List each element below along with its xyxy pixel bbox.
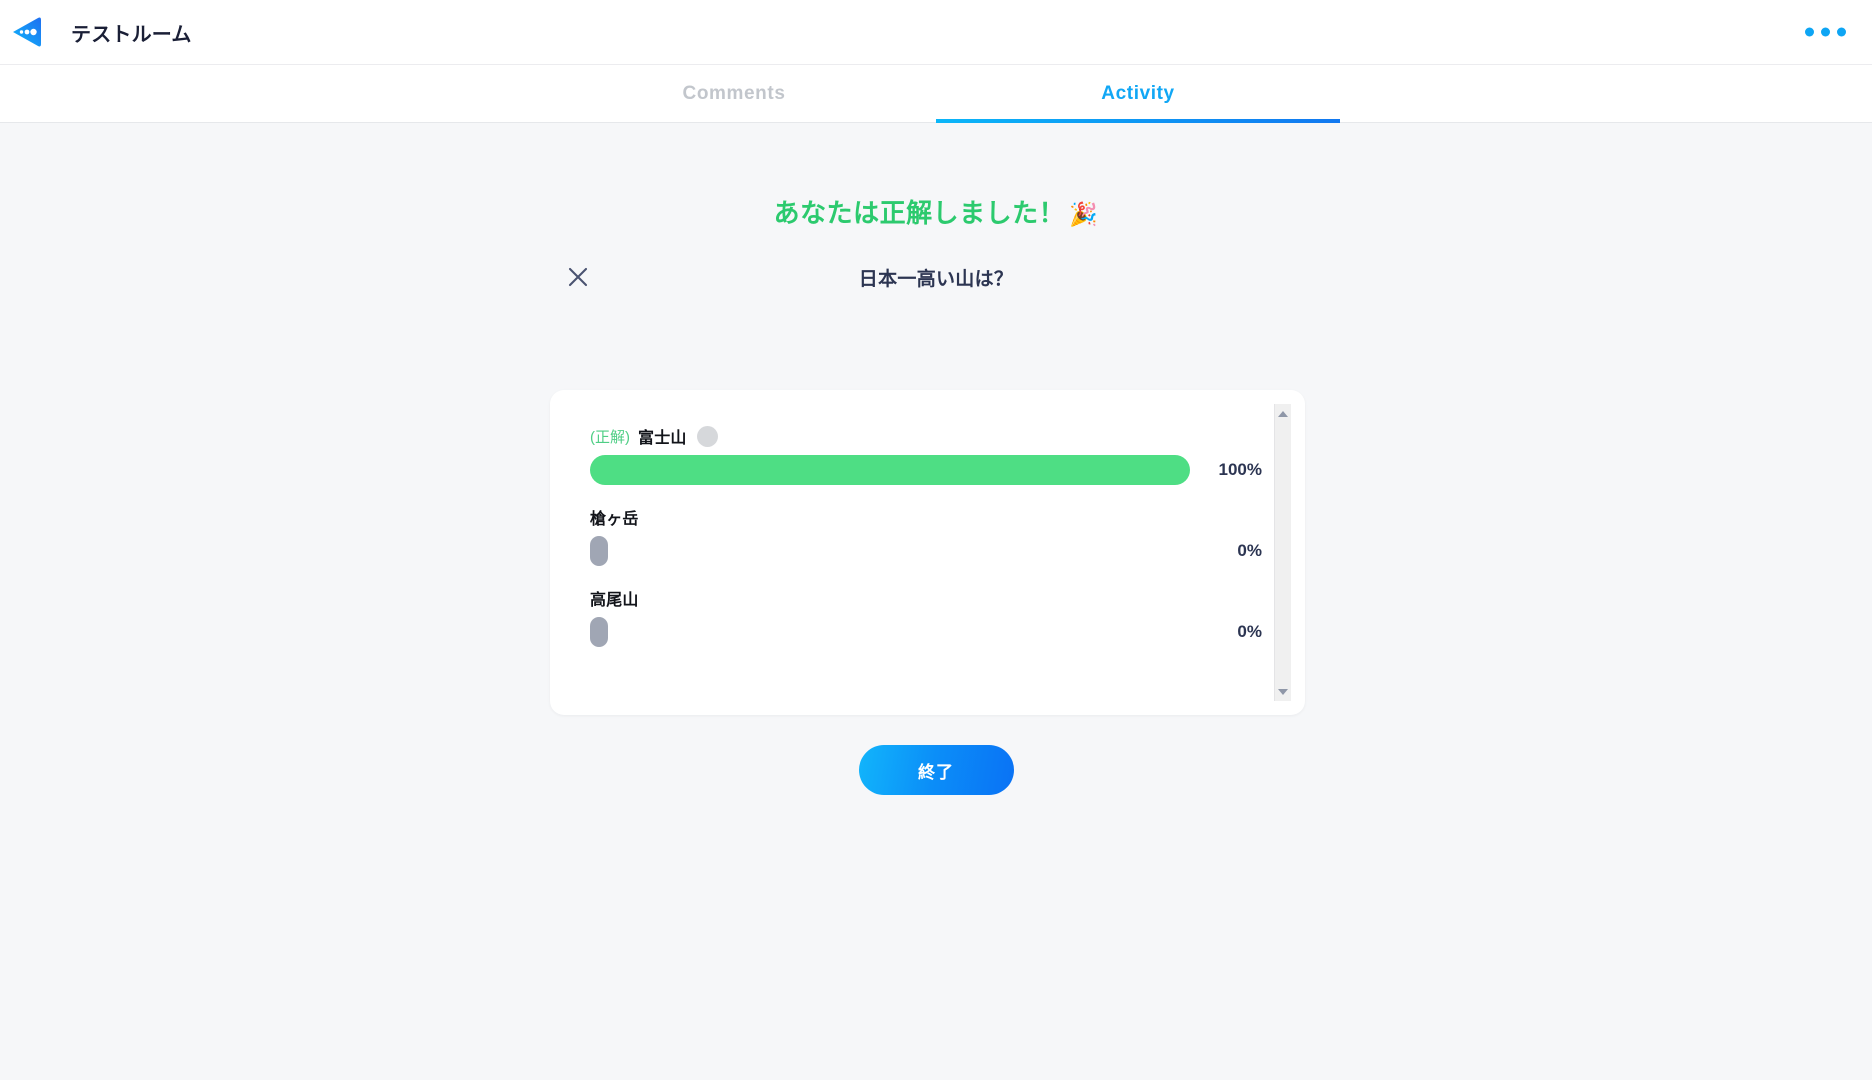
poll-option: 槍ヶ岳 0% bbox=[590, 506, 1263, 566]
app-header: テストルーム bbox=[0, 0, 1872, 65]
poll-option-bar-row: 0% bbox=[590, 617, 1263, 647]
poll-option-header: (正解) 富士山 bbox=[590, 425, 1263, 447]
close-icon[interactable] bbox=[560, 259, 596, 295]
poll-scrollbar[interactable] bbox=[1274, 404, 1291, 701]
bar-track bbox=[590, 617, 1190, 647]
poll-option-label: 高尾山 bbox=[590, 592, 639, 609]
question-row: 日本一高い山は？ bbox=[0, 257, 1872, 297]
menu-dot bbox=[1837, 27, 1846, 37]
avatar[interactable] bbox=[696, 425, 718, 447]
party-popper-icon: 🎉 bbox=[1069, 201, 1099, 227]
poll-option-label: 富士山 bbox=[638, 430, 687, 447]
caret-up-icon[interactable] bbox=[1275, 406, 1291, 421]
quiz-result-banner: あなたは正解しました！ 🎉 bbox=[0, 193, 1872, 230]
bar-percent-label: 0% bbox=[1237, 622, 1262, 641]
tab-comments[interactable]: Comments bbox=[532, 65, 936, 123]
bar-percent-label: 0% bbox=[1237, 541, 1262, 560]
room-title: テストルーム bbox=[71, 23, 192, 46]
poll-option-header: 高尾山 bbox=[590, 587, 1263, 609]
poll-option: 高尾山 0% bbox=[590, 587, 1263, 647]
bar-fill bbox=[590, 455, 1190, 485]
bar-track bbox=[590, 455, 1190, 485]
menu-dot bbox=[1821, 27, 1830, 37]
tab-activity[interactable]: Activity bbox=[936, 65, 1340, 123]
caret-down-icon[interactable] bbox=[1275, 684, 1291, 699]
quiz-result-text: あなたは正解しました！ bbox=[773, 198, 1066, 228]
bar-fill bbox=[590, 536, 608, 566]
close-icon-glyph bbox=[568, 267, 588, 287]
finish-button[interactable]: 終了 bbox=[858, 745, 1014, 795]
poll-options-list: (正解) 富士山 100% 槍ヶ岳 0% 高尾山 0% bbox=[550, 390, 1263, 715]
menu-dot bbox=[1805, 27, 1814, 37]
caret-down-glyph bbox=[1278, 688, 1288, 695]
caret-up-glyph bbox=[1278, 410, 1288, 417]
activity-panel: あなたは正解しました！ 🎉 日本一高い山は？ (正解) 富士山 100% 槍ヶ岳… bbox=[0, 193, 1872, 1080]
poll-option-bar-row: 100% bbox=[590, 455, 1263, 485]
bar-track bbox=[590, 536, 1190, 566]
poll-option-header: 槍ヶ岳 bbox=[590, 506, 1263, 528]
bar-percent-label: 100% bbox=[1218, 460, 1262, 479]
correct-answer-tag: (正解) bbox=[590, 428, 630, 446]
poll-results-card: (正解) 富士山 100% 槍ヶ岳 0% 高尾山 0% bbox=[550, 390, 1305, 715]
chat-bubble-dots-logo-icon bbox=[13, 17, 41, 47]
quiz-question: 日本一高い山は？ bbox=[858, 268, 1014, 290]
poll-option-label: 槍ヶ岳 bbox=[590, 511, 639, 528]
poll-option: (正解) 富士山 100% bbox=[590, 425, 1263, 485]
more-horizontal-icon[interactable] bbox=[1799, 20, 1852, 45]
tab-bar: Comments Activity bbox=[0, 65, 1872, 123]
bar-fill bbox=[590, 617, 608, 647]
poll-option-bar-row: 0% bbox=[590, 536, 1263, 566]
finish-row: 終了 bbox=[0, 745, 1872, 795]
